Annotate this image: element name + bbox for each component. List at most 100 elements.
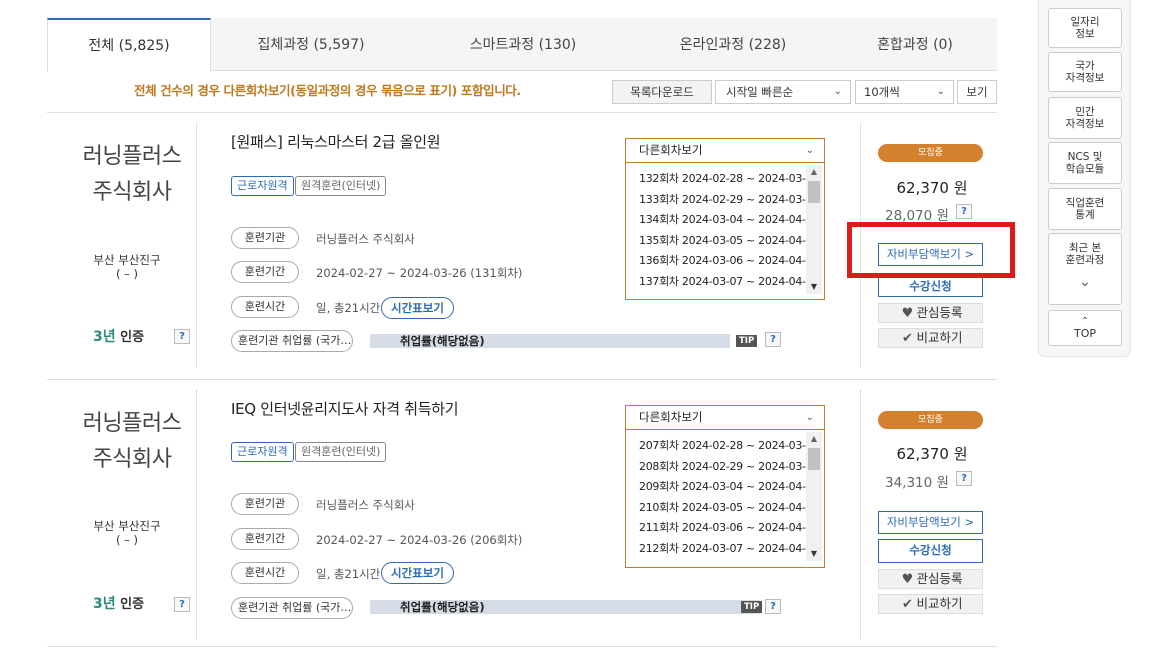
session-item[interactable]: 137회차 2024-03-07 ~ 2024-04-06 (626, 272, 824, 293)
quick-national-cert[interactable]: 국가 자격정보 (1048, 52, 1122, 92)
chevron-down-icon: ⌄ (833, 86, 842, 97)
session-item[interactable]: 208회차 2024-02-29 ~ 2024-03-28 (626, 457, 824, 478)
employment-rate-label: 훈련기관 취업률 (국가… (231, 597, 353, 619)
download-list-button[interactable]: 목록다운로드 (612, 80, 712, 104)
hours-label: 훈련시간 (231, 562, 299, 584)
tab-classroom[interactable]: 집체과정 (5,597) (211, 18, 411, 71)
quick-menu: 일자리 정보 국가 자격정보 민간 자격정보 NCS 및 학습모듈 직업훈련 통계 최근 … (1038, 0, 1131, 357)
session-item[interactable]: 136회차 2024-03-06 ~ 2024-04-05 (626, 251, 824, 272)
session-item[interactable]: 135회차 2024-03-05 ~ 2024-04-04 (626, 231, 824, 252)
self-pay-view-button[interactable]: 자비부담액보기 > (878, 511, 983, 534)
heart-icon: ♥ (901, 572, 914, 587)
quick-private-cert[interactable]: 민간 자격정보 (1048, 97, 1122, 139)
timetable-button[interactable]: 시간표보기 (381, 562, 454, 584)
tab-online[interactable]: 온라인과정 (228) (633, 18, 833, 71)
compare-button[interactable]: ✔ 비교하기 (878, 594, 983, 614)
tip-badge[interactable]: TIP (736, 335, 758, 347)
other-sessions-dropdown[interactable]: 다른회차보기 ⌄ 132회차 2024-02-28 ~ 2024-03-27 13… (625, 138, 825, 300)
other-sessions-dropdown[interactable]: 다른회차보기 ⌄ 207회차 2024-02-28 ~ 2024-03-27 20… (625, 405, 825, 568)
scroll-down-icon[interactable]: ▼ (806, 547, 822, 561)
scroll-top-button[interactable]: ⌃ TOP (1048, 310, 1122, 346)
column-divider (196, 123, 197, 368)
chevron-down-icon: ⌄ (805, 145, 814, 156)
cert-label: 인증 (120, 597, 145, 612)
self-pay-amount: 28,070 원 (885, 208, 949, 224)
employment-rate-bar: 취업률(해당없음) (370, 600, 760, 614)
per-page-select-value: 10개씩 (864, 85, 900, 99)
tab-all[interactable]: 전체 (5,825) (47, 18, 211, 72)
tip-badge[interactable]: TIP (741, 601, 763, 613)
org-name: 러닝플러스 주식회사 (82, 411, 182, 472)
institution-value: 러닝플러스 주식회사 (316, 232, 415, 246)
session-item[interactable]: 212회차 2024-03-07 ~ 2024-04-06 (626, 539, 824, 560)
scroll-up-icon[interactable]: ▲ (806, 165, 822, 179)
period-value: 2024-02-27 ~ 2024-03-26 (131회차) (316, 266, 523, 280)
employment-help-icon[interactable]: ? (765, 332, 781, 347)
chevron-down-icon: ⌄ (936, 86, 945, 97)
course-divider (47, 646, 997, 647)
session-item[interactable]: 134회차 2024-03-04 ~ 2024-04-03 (626, 210, 824, 231)
tag-online-training: 원격훈련(인터넷) (295, 176, 387, 196)
hours-value: 일, 총21시간 (316, 567, 381, 581)
tab-blended[interactable]: 혼합과정 (0) (833, 18, 997, 71)
quick-job-info[interactable]: 일자리 정보 (1048, 8, 1122, 48)
compare-button[interactable]: ✔ 비교하기 (878, 328, 983, 348)
status-badge: 모집중 (878, 411, 983, 429)
tag-online-training: 원격훈련(인터넷) (295, 442, 387, 462)
cert-period: 3년 (93, 596, 116, 612)
self-pay-amount: 34,310 원 (885, 475, 949, 491)
quick-recent-courses[interactable]: 최근 본 훈련과정 ⌄ (1048, 233, 1122, 305)
course-title[interactable]: [원패스] 리눅스마스터 2급 올인원 (231, 131, 441, 152)
hours-label: 훈련시간 (231, 296, 299, 318)
price-help-icon[interactable]: ? (956, 204, 972, 219)
employment-help-icon[interactable]: ? (765, 599, 781, 614)
other-sessions-header[interactable]: 다른회차보기 ⌄ (626, 139, 824, 163)
employment-rate-label: 훈련기관 취업률 (국가… (231, 330, 353, 352)
timetable-button[interactable]: 시간표보기 (381, 297, 454, 319)
org-location: 부산 부산진구( – ) (93, 253, 161, 281)
session-item[interactable]: 211회차 2024-03-06 ~ 2024-04-05 (626, 518, 824, 539)
period-label: 훈련기간 (231, 261, 299, 283)
tab-smart[interactable]: 스마트과정 (130) (423, 18, 623, 71)
scroll-up-icon[interactable]: ▲ (806, 432, 822, 446)
session-item[interactable]: 132회차 2024-02-28 ~ 2024-03-27 (626, 169, 824, 190)
scroll-down-icon[interactable]: ▼ (806, 280, 822, 294)
session-item[interactable]: 210회차 2024-03-05 ~ 2024-04-04 (626, 498, 824, 519)
column-divider (860, 390, 861, 640)
scroll-thumb[interactable] (808, 448, 820, 470)
course-title[interactable]: IEQ 인터넷윤리지도사 자격 취득하기 (231, 398, 459, 419)
tag-worker-remote: 근로자원격 (231, 176, 294, 196)
quick-training-stats[interactable]: 직업훈련 통계 (1048, 188, 1122, 230)
sort-select[interactable]: 시작일 빠른순 ⌄ (715, 80, 851, 104)
price-help-icon[interactable]: ? (956, 471, 972, 486)
per-page-select[interactable]: 10개씩 ⌄ (855, 80, 954, 104)
session-list: 207회차 2024-02-28 ~ 2024-03-27 208회차 2024… (626, 430, 824, 563)
session-scrollbar[interactable]: ▲ ▼ (806, 432, 822, 561)
org-location: 부산 부산진구( – ) (93, 519, 161, 547)
apply-button[interactable]: 수강신청 (878, 275, 983, 297)
cert-label: 인증 (120, 330, 145, 345)
session-item[interactable]: 133회차 2024-02-29 ~ 2024-03-28 (626, 190, 824, 211)
hours-value: 일, 총21시간 (316, 301, 381, 315)
session-scrollbar[interactable]: ▲ ▼ (806, 165, 822, 294)
quick-ncs-modules[interactable]: NCS 및 학습모듈 (1048, 142, 1122, 184)
course-type-tabs: 전체 (5,825) 집체과정 (5,597) 스마트과정 (130) 온라인과… (47, 18, 997, 72)
cert-badge: 3년 인증 (93, 593, 144, 613)
other-sessions-header[interactable]: 다른회차보기 ⌄ (626, 406, 824, 430)
chevron-down-icon: ⌄ (1079, 274, 1091, 290)
cert-period: 3년 (93, 329, 116, 345)
add-favorite-button[interactable]: ♥ 관심등록 (878, 303, 983, 323)
highlight-box (847, 222, 1015, 278)
apply-button[interactable]: 수강신청 (878, 539, 983, 563)
cert-help-icon[interactable]: ? (174, 597, 190, 612)
period-value: 2024-02-27 ~ 2024-03-26 (206회차) (316, 533, 523, 547)
scroll-thumb[interactable] (808, 181, 820, 203)
session-item[interactable]: 209회차 2024-03-04 ~ 2024-04-03 (626, 477, 824, 498)
period-label: 훈련기간 (231, 528, 299, 550)
course-price: 62,370 원 (896, 445, 968, 463)
view-button[interactable]: 보기 (957, 80, 997, 104)
check-icon: ✔ (902, 331, 913, 346)
session-item[interactable]: 207회차 2024-02-28 ~ 2024-03-27 (626, 436, 824, 457)
cert-help-icon[interactable]: ? (174, 329, 190, 344)
add-favorite-button[interactable]: ♥ 관심등록 (878, 569, 983, 589)
